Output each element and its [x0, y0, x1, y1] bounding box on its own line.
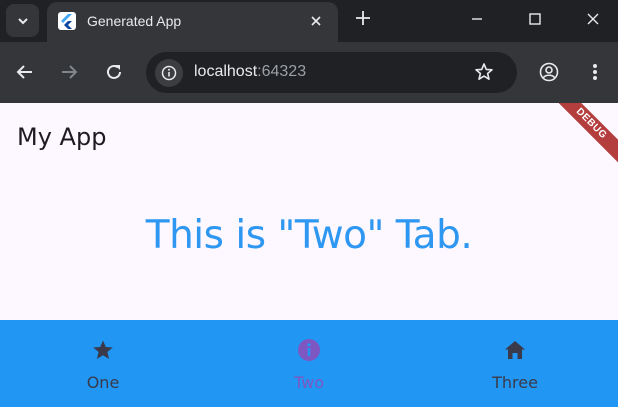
- site-info-button[interactable]: [155, 59, 183, 87]
- url-host: localhost: [194, 63, 258, 80]
- tab-search-button[interactable]: [6, 4, 39, 37]
- browser-tab-strip: Generated App: [0, 0, 618, 42]
- star-outline-icon: [475, 63, 493, 80]
- close-icon: [587, 13, 599, 25]
- flutter-app: My App DEBUG This is "Two" Tab. One Two …: [0, 103, 618, 407]
- minimize-icon: [472, 18, 482, 20]
- star-icon: [91, 338, 115, 362]
- nav-item-two[interactable]: Two: [206, 320, 412, 407]
- back-button[interactable]: [12, 59, 38, 85]
- account-icon: [539, 62, 559, 82]
- chevron-down-icon: [17, 17, 28, 24]
- page-title: My App: [17, 123, 107, 151]
- maximize-button[interactable]: [520, 4, 550, 34]
- plus-icon: [356, 11, 370, 25]
- bottom-navigation-bar: One Two Three: [0, 320, 618, 407]
- minimize-button[interactable]: [462, 4, 492, 34]
- arrow-right-icon: [62, 65, 78, 79]
- more-vert-icon: [593, 64, 597, 80]
- debug-banner: DEBUG: [542, 103, 618, 173]
- forward-button[interactable]: [56, 59, 82, 85]
- nav-label-three: Three: [492, 373, 538, 392]
- close-icon: [311, 16, 321, 26]
- home-icon: [503, 338, 527, 362]
- tab-title: Generated App: [87, 13, 182, 29]
- address-bar[interactable]: localhost:64323: [146, 52, 517, 93]
- window-close-button[interactable]: [578, 4, 608, 34]
- maximize-icon: [529, 13, 541, 25]
- tab-content-text: This is "Two" Tab.: [145, 213, 473, 258]
- browser-menu-button[interactable]: [582, 59, 608, 85]
- info-circle-icon: [161, 65, 177, 81]
- profile-button[interactable]: [536, 59, 562, 85]
- tab-close-button[interactable]: [306, 12, 326, 32]
- url-port: :64323: [257, 63, 307, 80]
- nav-label-one: One: [86, 373, 120, 392]
- nav-label-two: Two: [294, 373, 324, 392]
- url-text: localhost:64323: [194, 63, 306, 81]
- browser-tab[interactable]: Generated App: [47, 2, 338, 42]
- nav-item-one[interactable]: One: [0, 320, 206, 407]
- reload-button[interactable]: [101, 59, 127, 85]
- arrow-left-icon: [16, 65, 32, 79]
- bookmark-button[interactable]: [473, 61, 495, 83]
- new-tab-button[interactable]: [350, 7, 376, 33]
- browser-toolbar: localhost:64323: [0, 42, 618, 103]
- info-icon: [297, 338, 321, 362]
- flutter-logo-icon: [58, 12, 76, 30]
- nav-item-three[interactable]: Three: [412, 320, 618, 407]
- reload-icon: [107, 64, 121, 79]
